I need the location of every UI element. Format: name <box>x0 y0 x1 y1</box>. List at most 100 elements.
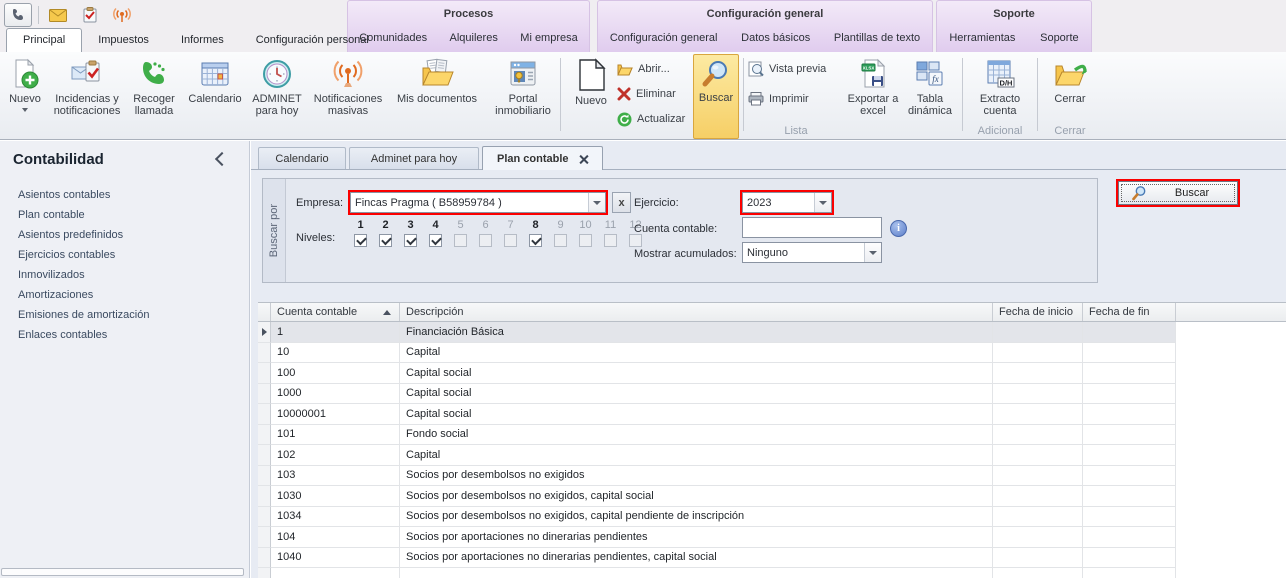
search-by-label: Buscar por <box>268 204 280 257</box>
account-input[interactable] <box>742 217 882 238</box>
ribbon-tab-informes[interactable]: Informes <box>165 29 240 52</box>
tasks-icon[interactable] <box>77 4 103 26</box>
row-selector[interactable] <box>258 548 271 569</box>
fiscal-year-combobox[interactable]: 2023 <box>742 192 832 213</box>
ribbon-tab-plantillas-de-texto[interactable]: Plantillas de texto <box>828 28 926 48</box>
broadcast-icon[interactable] <box>109 4 135 26</box>
table-row[interactable]: 1000Capital social <box>258 384 1286 405</box>
row-selector[interactable] <box>258 404 271 425</box>
ribbon-tab-configuraci-n-general[interactable]: Configuración general <box>604 28 724 48</box>
mail-icon[interactable] <box>45 4 71 26</box>
sidebar-item-ejercicios-contables[interactable]: Ejercicios contables <box>0 245 249 265</box>
sidebar-item-emisiones-de-amortizaci-n[interactable]: Emisiones de amortización <box>0 305 249 325</box>
row-selector[interactable] <box>258 343 271 364</box>
level-checkbox[interactable] <box>629 234 642 247</box>
real-estate-portal-button[interactable]: Portal inmobiliario <box>490 54 556 139</box>
incidents-notifications-button[interactable]: Incidencias y notificaciones <box>54 54 120 139</box>
table-row[interactable]: 1030Socios por desembolsos no exigidos, … <box>258 486 1286 507</box>
new-record-button[interactable]: Nuevo <box>565 54 617 139</box>
company-value: Fincas Pragma ( B58959784 ) <box>351 197 588 209</box>
level-checkbox[interactable] <box>604 234 617 247</box>
sidebar-item-enlaces-contables[interactable]: Enlaces contables <box>0 325 249 345</box>
table-row[interactable]: 102Capital <box>258 445 1286 466</box>
level-checkbox[interactable] <box>529 234 542 247</box>
pickup-call-button[interactable]: Recoger llamada <box>126 54 182 139</box>
table-row[interactable]: 1034Socios por desembolsos no exigidos, … <box>258 507 1286 528</box>
close-icon[interactable] <box>579 154 588 163</box>
chevron-down-icon[interactable] <box>864 243 881 262</box>
delete-button[interactable]: Eliminar <box>617 85 693 103</box>
accumulated-combobox[interactable]: Ninguno <box>742 242 882 263</box>
table-row[interactable]: 1Financiación Básica <box>258 322 1286 343</box>
level-checkbox[interactable] <box>554 234 567 247</box>
column-header-account[interactable]: Cuenta contable <box>271 303 400 321</box>
ribbon-tab-principal[interactable]: Principal <box>6 28 82 52</box>
clear-company-button[interactable]: x <box>612 192 631 213</box>
ribbon-tab-herramientas[interactable]: Herramientas <box>943 28 1021 48</box>
row-selector[interactable] <box>258 425 271 446</box>
document-tab-plan-contable[interactable]: Plan contable <box>482 146 603 170</box>
level-checkbox[interactable] <box>504 234 517 247</box>
new-button-label: Nuevo <box>9 93 41 105</box>
print-button[interactable]: Imprimir <box>748 90 844 108</box>
row-selector[interactable] <box>258 322 271 343</box>
row-selector[interactable] <box>258 445 271 466</box>
row-selector[interactable] <box>258 507 271 528</box>
chevron-down-icon[interactable] <box>814 193 831 212</box>
sidebar-item-amortizaciones[interactable]: Amortizaciones <box>0 285 249 305</box>
level-checkbox[interactable] <box>429 234 442 247</box>
new-button[interactable]: Nuevo <box>2 54 48 139</box>
sidebar-item-asientos-contables[interactable]: Asientos contables <box>0 185 249 205</box>
calendar-button[interactable]: Calendario <box>186 54 244 139</box>
ribbon-tab-datos-b-sicos[interactable]: Datos básicos <box>735 28 816 48</box>
row-selector[interactable] <box>258 363 271 384</box>
company-combobox[interactable]: Fincas Pragma ( B58959784 ) <box>350 192 606 213</box>
level-checkbox[interactable] <box>454 234 467 247</box>
ribbon-tab-impuestos[interactable]: Impuestos <box>82 29 165 52</box>
search-button[interactable]: Buscar <box>1118 181 1238 205</box>
level-checkbox[interactable] <box>404 234 417 247</box>
export-excel-button[interactable]: XLSX Exportar a excel <box>844 54 902 139</box>
ribbon-tab-alquileres[interactable]: Alquileres <box>444 28 504 48</box>
column-header-description[interactable]: Descripción <box>400 303 993 321</box>
refresh-button[interactable]: Actualizar <box>617 110 693 128</box>
search-button-ribbon[interactable]: Buscar <box>693 54 739 139</box>
row-selector[interactable] <box>258 486 271 507</box>
level-checkbox[interactable] <box>354 234 367 247</box>
table-row[interactable]: 10Capital <box>258 343 1286 364</box>
level-checkbox[interactable] <box>479 234 492 247</box>
document-tab-calendario[interactable]: Calendario <box>258 147 346 169</box>
pivot-table-button[interactable]: fx Tabla dinámica <box>902 54 958 139</box>
ribbon-tab-mi-empresa[interactable]: Mi empresa <box>514 28 583 48</box>
table-row[interactable] <box>258 568 1286 578</box>
row-selector[interactable] <box>258 527 271 548</box>
mass-notifications-button[interactable]: Notificaciones masivas <box>312 54 384 139</box>
sidebar-item-plan-contable[interactable]: Plan contable <box>0 205 249 225</box>
preview-button[interactable]: Vista previa <box>748 60 844 78</box>
my-documents-button[interactable]: Mis documentos <box>392 54 482 139</box>
document-tab-adminet-para-hoy[interactable]: Adminet para hoy <box>349 147 479 169</box>
table-row[interactable]: 100Capital social <box>258 363 1286 384</box>
row-selector[interactable] <box>258 384 271 405</box>
ribbon-tab-soporte[interactable]: Soporte <box>1034 28 1085 48</box>
row-selector[interactable] <box>258 568 271 578</box>
chevron-down-icon[interactable] <box>588 193 605 212</box>
column-header-end-date[interactable]: Fecha de fin <box>1083 303 1176 321</box>
row-selector[interactable] <box>258 466 271 487</box>
phone-icon[interactable] <box>4 3 32 27</box>
table-row[interactable]: 103Socios por desembolsos no exigidos <box>258 466 1286 487</box>
table-row[interactable]: 104Socios por aportaciones no dinerarias… <box>258 527 1286 548</box>
table-row[interactable]: 101Fondo social <box>258 425 1286 446</box>
level-checkbox[interactable] <box>379 234 392 247</box>
sidebar-item-inmovilizados[interactable]: Inmovilizados <box>0 265 249 285</box>
open-button[interactable]: Abrir... <box>617 60 693 78</box>
table-row[interactable]: 10000001Capital social <box>258 404 1286 425</box>
column-header-start-date[interactable]: Fecha de inicio <box>993 303 1083 321</box>
adminet-today-button[interactable]: ADMINET para hoy <box>248 54 306 139</box>
level-checkbox[interactable] <box>579 234 592 247</box>
sidebar-item-asientos-predefinidos[interactable]: Asientos predefinidos <box>0 225 249 245</box>
table-row[interactable]: 1040Socios por aportaciones no dineraria… <box>258 548 1286 569</box>
ribbon-tab-configuraci-n-personal[interactable]: Configuración personal <box>240 29 385 52</box>
info-icon[interactable]: i <box>890 220 907 237</box>
sidebar-scrollbar[interactable] <box>1 568 244 576</box>
